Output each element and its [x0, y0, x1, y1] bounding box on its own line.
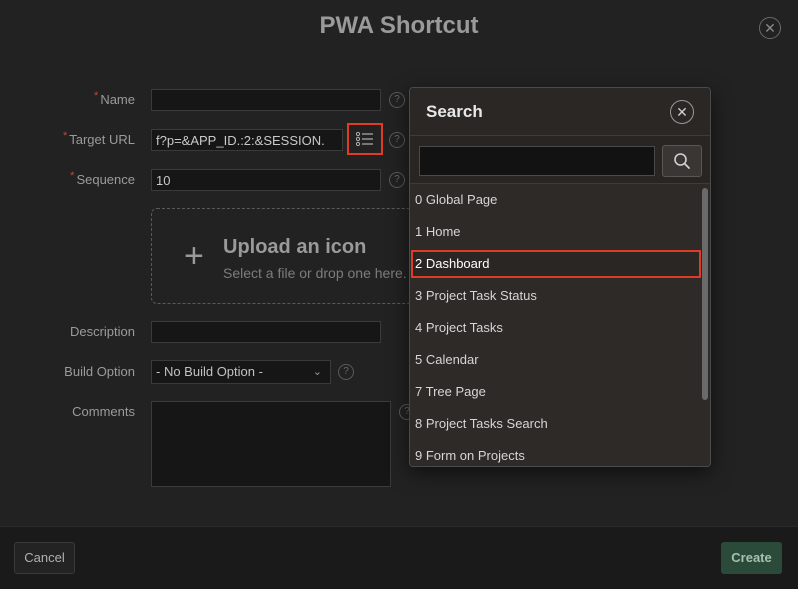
list-item[interactable]: 8 Project Tasks Search	[414, 410, 696, 438]
comments-label: Comments	[72, 404, 135, 419]
description-label: Description	[69, 324, 135, 339]
target-url-label: * Target URL	[62, 130, 135, 147]
scrollbar[interactable]	[702, 188, 708, 400]
search-popup: Search ✕ 0 Global Page 1 Home 2 Dashboar…	[409, 87, 711, 467]
close-icon[interactable]: ✕	[670, 100, 694, 124]
target-url-label-text: Target URL	[69, 132, 135, 147]
dialog-title: PWA Shortcut	[319, 12, 479, 39]
build-option-select[interactable]: - No Build Option - ⌄	[151, 360, 331, 384]
required-mark: *	[94, 90, 99, 102]
chevron-down-icon: ⌄	[312, 366, 322, 378]
create-button[interactable]: Create	[721, 542, 782, 574]
search-input[interactable]	[419, 146, 655, 176]
cancel-button[interactable]: Cancel	[14, 542, 75, 574]
build-option-label: Build Option	[64, 364, 135, 379]
list-icon	[356, 132, 373, 146]
name-label-text: Name	[100, 92, 135, 107]
icon-upload-dropzone[interactable]: + Upload an icon Select a file or drop o…	[151, 208, 413, 304]
plus-icon: +	[184, 237, 204, 275]
upload-subtitle: Select a file or drop one here.	[223, 265, 407, 281]
search-button[interactable]	[662, 145, 702, 177]
sequence-help-icon[interactable]: ?	[389, 172, 405, 188]
search-results-list: 0 Global Page 1 Home 2 Dashboard 3 Proje…	[410, 185, 710, 466]
list-item[interactable]: 7 Tree Page	[414, 378, 696, 406]
list-item[interactable]: 3 Project Task Status	[414, 282, 696, 310]
upload-title: Upload an icon	[223, 236, 367, 258]
popup-title: Search	[426, 102, 483, 121]
sequence-label: * Sequence	[70, 170, 135, 187]
target-url-help-icon[interactable]: ?	[389, 132, 405, 148]
popup-header: Search ✕	[410, 88, 710, 136]
list-item[interactable]: 1 Home	[414, 218, 696, 246]
search-bar	[410, 136, 710, 184]
list-item[interactable]: 5 Calendar	[414, 346, 696, 374]
build-option-value: - No Build Option -	[156, 364, 263, 379]
search-icon	[674, 153, 690, 169]
target-url-field[interactable]	[151, 129, 343, 151]
list-item[interactable]: 9 Form on Projects	[414, 442, 696, 466]
list-item[interactable]: 4 Project Tasks	[414, 314, 696, 342]
list-item[interactable]: 0 Global Page	[414, 186, 696, 214]
name-field[interactable]	[151, 89, 381, 111]
build-option-help-icon[interactable]: ?	[338, 364, 354, 380]
close-icon[interactable]: ✕	[759, 17, 781, 39]
sequence-field[interactable]	[151, 169, 381, 191]
dialog-footer	[0, 526, 798, 589]
comments-field[interactable]	[151, 401, 391, 487]
list-item-selected[interactable]: 2 Dashboard	[411, 250, 701, 278]
name-label: * Name	[94, 90, 135, 107]
required-mark: *	[62, 130, 68, 142]
required-mark: *	[70, 170, 75, 182]
description-field[interactable]	[151, 321, 381, 343]
name-help-icon[interactable]: ?	[389, 92, 405, 108]
sequence-label-text: Sequence	[76, 172, 135, 187]
list-of-values-button[interactable]	[347, 123, 383, 155]
